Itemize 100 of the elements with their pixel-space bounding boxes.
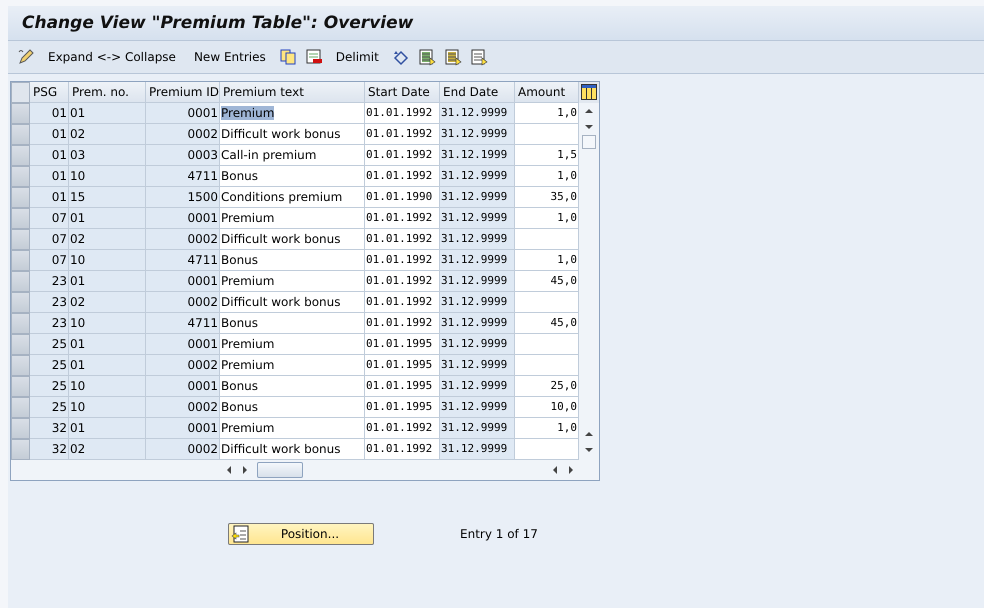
input-field[interactable]: 01.01.1992 [365, 439, 440, 460]
position-button[interactable]: Position... [228, 523, 374, 545]
table-cell: 0002 [146, 124, 220, 145]
input-field[interactable] [515, 355, 579, 376]
input-field[interactable]: Premium [220, 334, 365, 355]
input-field[interactable]: 1,0 [515, 418, 579, 439]
input-field[interactable]: Difficult work bonus [220, 439, 365, 460]
table-cell: 31.12.9999 [440, 313, 515, 334]
row-selector[interactable] [11, 334, 30, 355]
input-field[interactable] [515, 229, 579, 250]
table-cell: 31.12.9999 [440, 124, 515, 145]
input-field[interactable]: 35,0 [515, 187, 579, 208]
scrollbar-thumb[interactable] [582, 135, 596, 149]
row-selector[interactable] [11, 124, 30, 145]
row-selector[interactable] [11, 292, 30, 313]
input-field[interactable]: Conditions premium [220, 187, 365, 208]
input-field[interactable]: 10,0 [515, 397, 579, 418]
input-field[interactable]: Premium [220, 103, 365, 124]
table-cell: 31.12.9999 [440, 103, 515, 124]
row-selector[interactable] [11, 313, 30, 334]
row-selector[interactable] [11, 271, 30, 292]
select-block-icon[interactable] [442, 47, 463, 67]
input-field[interactable]: 1,0 [515, 103, 579, 124]
input-field[interactable]: 1,0 [515, 166, 579, 187]
input-field[interactable]: Call-in premium [220, 145, 365, 166]
deselect-icon[interactable] [468, 47, 489, 67]
input-field[interactable]: Bonus [220, 313, 365, 334]
input-field[interactable]: 01.01.1992 [365, 145, 440, 166]
table-cell: 31.12.9999 [440, 292, 515, 313]
table-cell: 0001 [146, 418, 220, 439]
row-selector[interactable] [11, 376, 30, 397]
column-header[interactable]: PSG [30, 82, 69, 103]
row-selector[interactable] [11, 103, 30, 124]
table-cell: 31.12.1999 [440, 145, 515, 166]
input-field[interactable]: 01.01.1990 [365, 187, 440, 208]
input-field[interactable] [515, 439, 579, 460]
input-field[interactable]: 01.01.1992 [365, 229, 440, 250]
input-field[interactable]: 01.01.1992 [365, 103, 440, 124]
input-field[interactable]: Premium [220, 418, 365, 439]
input-field[interactable]: Difficult work bonus [220, 124, 365, 145]
entry-count: Entry 1 of 17 [460, 527, 538, 541]
column-header[interactable]: Amount [515, 82, 579, 103]
pencil-icon[interactable] [16, 47, 36, 67]
input-field[interactable]: 01.01.1995 [365, 397, 440, 418]
input-field[interactable]: 01.01.1992 [365, 250, 440, 271]
copy-icon[interactable] [278, 47, 298, 67]
row-selector[interactable] [11, 229, 30, 250]
row-selector[interactable] [11, 145, 30, 166]
row-selector[interactable] [11, 166, 30, 187]
column-header[interactable]: End Date [440, 82, 515, 103]
input-field[interactable]: 01.01.1992 [365, 208, 440, 229]
table-cell: 23 [30, 313, 69, 334]
row-selector[interactable] [11, 397, 30, 418]
input-field[interactable]: 1,0 [515, 250, 579, 271]
input-field[interactable]: 01.01.1992 [365, 271, 440, 292]
input-field[interactable]: 1,0 [515, 208, 579, 229]
input-field[interactable]: Premium [220, 355, 365, 376]
column-header[interactable]: Start Date [365, 82, 440, 103]
input-field[interactable]: 25,0 [515, 376, 579, 397]
input-field[interactable]: 45,0 [515, 271, 579, 292]
column-settings-icon[interactable] [579, 82, 599, 103]
input-field[interactable]: 01.01.1992 [365, 124, 440, 145]
input-field[interactable]: Premium [220, 208, 365, 229]
input-field[interactable]: Bonus [220, 376, 365, 397]
input-field[interactable]: Bonus [220, 397, 365, 418]
input-field[interactable]: 01.01.1995 [365, 334, 440, 355]
input-field[interactable]: Difficult work bonus [220, 292, 365, 313]
select-all-corner[interactable] [11, 82, 30, 103]
input-field[interactable]: 01.01.1992 [365, 166, 440, 187]
toolbar-button[interactable]: Delimit [330, 48, 385, 66]
input-field[interactable] [515, 292, 579, 313]
table-cell: 07 [30, 250, 69, 271]
row-selector[interactable] [11, 439, 30, 460]
input-field[interactable]: 45,0 [515, 313, 579, 334]
input-field[interactable]: 01.01.1992 [365, 292, 440, 313]
toolbar-button[interactable]: Expand <-> Collapse [42, 48, 182, 66]
row-selector[interactable] [11, 250, 30, 271]
input-field[interactable]: 01.01.1995 [365, 355, 440, 376]
input-field[interactable]: 01.01.1992 [365, 313, 440, 334]
input-field[interactable] [515, 124, 579, 145]
table-cell: 01 [69, 271, 146, 292]
row-selector[interactable] [11, 418, 30, 439]
column-header[interactable]: Prem. no. [69, 82, 146, 103]
input-field[interactable] [515, 334, 579, 355]
column-header[interactable]: Premium ID [146, 82, 220, 103]
toolbar-button[interactable]: New Entries [188, 48, 272, 66]
row-selector[interactable] [11, 187, 30, 208]
input-field[interactable]: 01.01.1995 [365, 376, 440, 397]
input-field[interactable]: 01.01.1992 [365, 418, 440, 439]
input-field[interactable]: Bonus [220, 250, 365, 271]
input-field[interactable]: Difficult work bonus [220, 229, 365, 250]
row-selector[interactable] [11, 208, 30, 229]
column-header[interactable]: Premium text [220, 82, 365, 103]
table-cell: 4711 [146, 250, 220, 271]
row-selector[interactable] [11, 355, 30, 376]
input-field[interactable]: Bonus [220, 166, 365, 187]
select-all-icon[interactable] [416, 47, 437, 67]
input-field[interactable]: Premium [220, 271, 365, 292]
input-field[interactable]: 1,5 [515, 145, 579, 166]
scrollbar-thumb[interactable] [257, 462, 303, 478]
